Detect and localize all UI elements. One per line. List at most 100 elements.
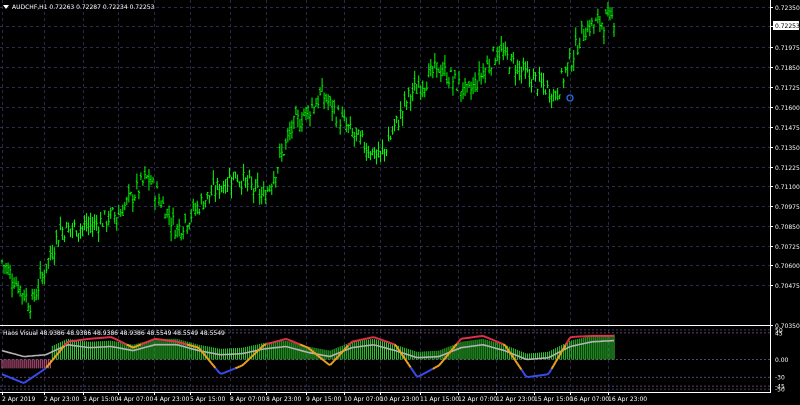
indicator-axis-label: -50 (775, 387, 785, 394)
indicator-main-line (130, 345, 134, 349)
indicator-main-line (426, 370, 430, 373)
time-label: 8 Apr 23:00 (266, 396, 301, 403)
time-label: 12 Apr 23:00 (496, 396, 535, 403)
indicator-main-line (263, 343, 267, 347)
indicator-main-line (182, 342, 186, 345)
indicator-main-line (19, 380, 23, 384)
indicator-main-line (25, 379, 29, 383)
time-label: 5 Apr 15:00 (190, 396, 225, 403)
indicator-main-line (313, 351, 317, 355)
price-label: 0.71475 (775, 125, 800, 132)
indicator-main-line (227, 369, 230, 373)
indicator-main-line (488, 337, 492, 341)
indicator-main-line (496, 340, 500, 344)
indicator-main-line (21, 381, 25, 384)
price-label: 0.70475 (775, 283, 800, 290)
indicator-main-line (436, 364, 440, 368)
indicator-main-line (231, 368, 234, 371)
indicator-main-line (17, 379, 21, 383)
indicator-main-line (196, 346, 200, 350)
time-label: 15 Apr 15:00 (534, 396, 573, 403)
time-label: 4 Apr 23:00 (154, 396, 189, 403)
indicator-main-line (293, 341, 297, 344)
price-label: 0.70975 (775, 204, 800, 211)
current-price-label: 0.72253 (775, 23, 800, 30)
indicator-main-line (233, 367, 236, 370)
indicator-main-line (486, 336, 490, 340)
indicator-main-line (271, 341, 275, 344)
price-label: 0.71350 (775, 145, 800, 152)
price-label: 0.71725 (775, 85, 800, 92)
time-label: 4 Apr 07:00 (118, 396, 153, 403)
indicator-main-line (315, 353, 319, 357)
indicator-main-line (418, 374, 422, 378)
price-label: 0.72350 (775, 5, 800, 12)
indicator-main-line (305, 345, 309, 349)
indicator-main-line (267, 342, 271, 345)
indicator-main-line (273, 340, 277, 344)
time-label: 8 Apr 07:00 (230, 396, 265, 403)
symbol-caption: AUDCHF,H1 0.72263 0.72287 0.72234 0.7225… (12, 4, 155, 11)
indicator-main-line (27, 378, 31, 382)
indicator-main-line (176, 340, 180, 344)
indicator-main-line (118, 339, 122, 343)
indicator-main-line (138, 343, 142, 347)
indicator-main-line (432, 366, 436, 370)
indicator-main-line (114, 337, 118, 341)
indicator-main-line (279, 339, 283, 342)
price-label: 0.71975 (775, 45, 800, 52)
indicator-main-line (132, 346, 136, 349)
price-label: 0.70600 (775, 263, 800, 270)
indicator-main-line (349, 340, 353, 345)
indicator-main-line (142, 341, 146, 345)
indicator-main-line (223, 371, 226, 375)
indicator-main-line (180, 341, 184, 345)
indicator-main-line (374, 336, 377, 339)
indicator-main-line (265, 342, 268, 346)
indicator-main-line (225, 370, 228, 374)
price-label: 0.70725 (775, 244, 800, 251)
indicator-main-line (140, 342, 144, 346)
price-label: 0.71600 (775, 105, 800, 112)
chart-canvas[interactable]: AUDCHF,H1 0.72263 0.72287 0.72234 0.7225… (0, 0, 800, 405)
indicator-main-line (246, 357, 251, 362)
indicator-main-line (229, 368, 232, 372)
indicator-main-line (269, 341, 273, 345)
indicator-main-line (122, 341, 126, 345)
indicator-main-line (31, 375, 35, 379)
indicator-main-line (195, 345, 198, 349)
indicator-axis-label: 45 (775, 330, 783, 337)
indicator-main-line (5, 374, 9, 378)
indicator-main-line (291, 340, 295, 343)
indicator-main-line (428, 369, 432, 372)
indicator-main-line (136, 344, 140, 348)
indicator-axis-label: -30 (775, 375, 785, 382)
indicator-main-line (434, 365, 438, 369)
indicator-main-line (128, 344, 132, 348)
indicator-main-line (190, 344, 194, 348)
indicator-main-line (490, 338, 494, 341)
indicator-main-line (11, 377, 15, 381)
indicator-main-line (124, 342, 128, 346)
indicator-main-line (39, 369, 43, 373)
time-label: 10 Apr 23:00 (380, 396, 419, 403)
indicator-main-line (1, 373, 5, 377)
indicator-main-line (116, 338, 120, 342)
indicator-main-line (420, 373, 424, 377)
indicator-main-line (569, 336, 573, 339)
price-label: 0.71850 (775, 65, 800, 72)
indicator-main-line (23, 380, 27, 384)
time-label: 11 Apr 15:00 (420, 396, 459, 403)
indicator-main-line (110, 336, 114, 339)
indicator-main-line (376, 337, 379, 340)
indicator-main-line (382, 339, 385, 342)
indicator-main-line (13, 378, 17, 381)
indicator-main-line (146, 340, 150, 344)
indicator-main-line (275, 340, 279, 343)
indicator-main-line (7, 375, 11, 379)
time-label: 2 Apr 2019 (2, 396, 35, 403)
indicator-axis-label: 0.00 (775, 357, 789, 364)
indicator-main-line (380, 338, 383, 342)
indicator-main-line (297, 342, 301, 346)
indicator-main-line (283, 337, 287, 341)
